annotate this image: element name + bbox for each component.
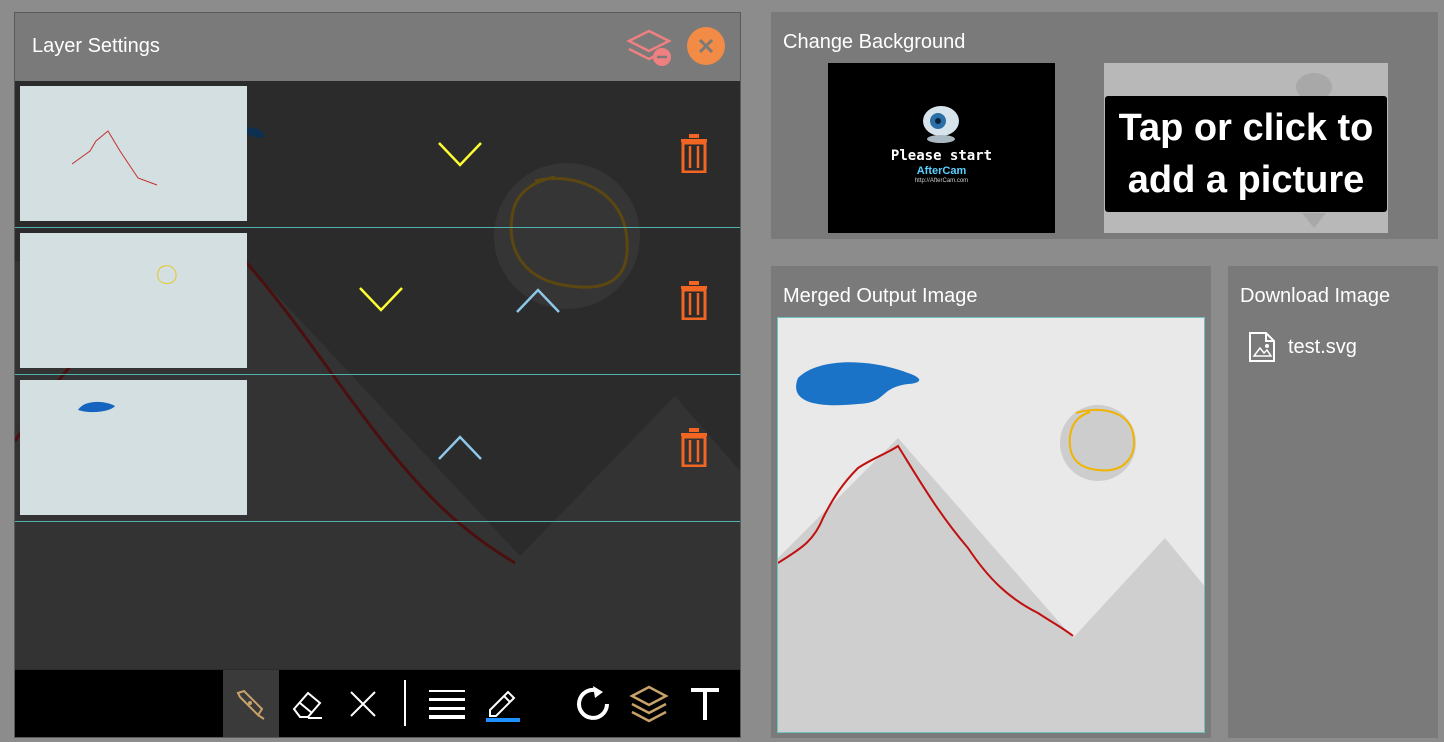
change-background-panel: Change Background Please start AfterCam … — [771, 12, 1438, 239]
line-width-icon[interactable] — [419, 670, 475, 737]
clear-icon[interactable] — [335, 670, 391, 737]
layer-thumbnail[interactable] — [20, 380, 247, 515]
delete-layer-icon[interactable] — [679, 133, 709, 178]
change-background-title: Change Background — [783, 31, 966, 53]
close-icon[interactable] — [687, 27, 725, 65]
eraser-icon[interactable] — [279, 670, 335, 737]
delete-layer-icon[interactable] — [679, 427, 709, 472]
background-thumb-text-3: http://AfterCam.com — [914, 178, 969, 184]
move-layer-up-icon[interactable] — [437, 435, 483, 466]
pen-icon[interactable] — [223, 670, 279, 737]
add-picture-label: Tap or click to add a picture — [1105, 96, 1387, 212]
merged-output-image — [777, 317, 1205, 733]
download-file-name: test.svg — [1288, 335, 1357, 358]
drawing-toolbar — [15, 670, 740, 737]
background-thumb-text-2: AfterCam — [916, 165, 967, 177]
layer-thumbnail[interactable] — [20, 86, 247, 221]
download-image-title: Download Image — [1240, 285, 1391, 307]
toolbar-divider — [404, 680, 406, 726]
layer-thumbnail[interactable] — [20, 233, 247, 368]
rotate-icon[interactable] — [565, 670, 621, 737]
download-image-panel: Download Image test.svg — [1228, 266, 1438, 738]
move-layer-down-icon[interactable] — [437, 141, 483, 172]
text-icon[interactable] — [677, 670, 733, 737]
webcam-icon — [923, 106, 959, 143]
layer-row — [15, 228, 740, 375]
merged-output-panel: Merged Output Image — [771, 266, 1211, 738]
layer-row — [15, 81, 740, 228]
image-file-icon — [1249, 332, 1275, 362]
delete-layer-icon[interactable] — [679, 280, 709, 325]
pencil-color-icon[interactable] — [475, 670, 531, 737]
layer-settings-header: Layer Settings — [15, 13, 740, 81]
move-layer-up-icon[interactable] — [515, 288, 561, 319]
add-picture-button[interactable]: Tap or click to add a picture — [1104, 63, 1388, 233]
layers-icon[interactable] — [621, 670, 677, 737]
download-file-link[interactable]: test.svg — [1248, 332, 1357, 362]
layer-settings-title: Layer Settings — [32, 35, 160, 57]
background-thumbnail[interactable]: Please start AfterCam http://AfterCam.co… — [828, 63, 1055, 233]
move-layer-down-icon[interactable] — [358, 286, 404, 317]
layers-remove-icon[interactable] — [625, 27, 675, 74]
layer-row — [15, 375, 740, 522]
layer-settings-panel: Layer Settings — [14, 12, 741, 738]
background-thumb-text-1: Please start — [890, 148, 993, 164]
merged-output-title: Merged Output Image — [783, 285, 978, 307]
